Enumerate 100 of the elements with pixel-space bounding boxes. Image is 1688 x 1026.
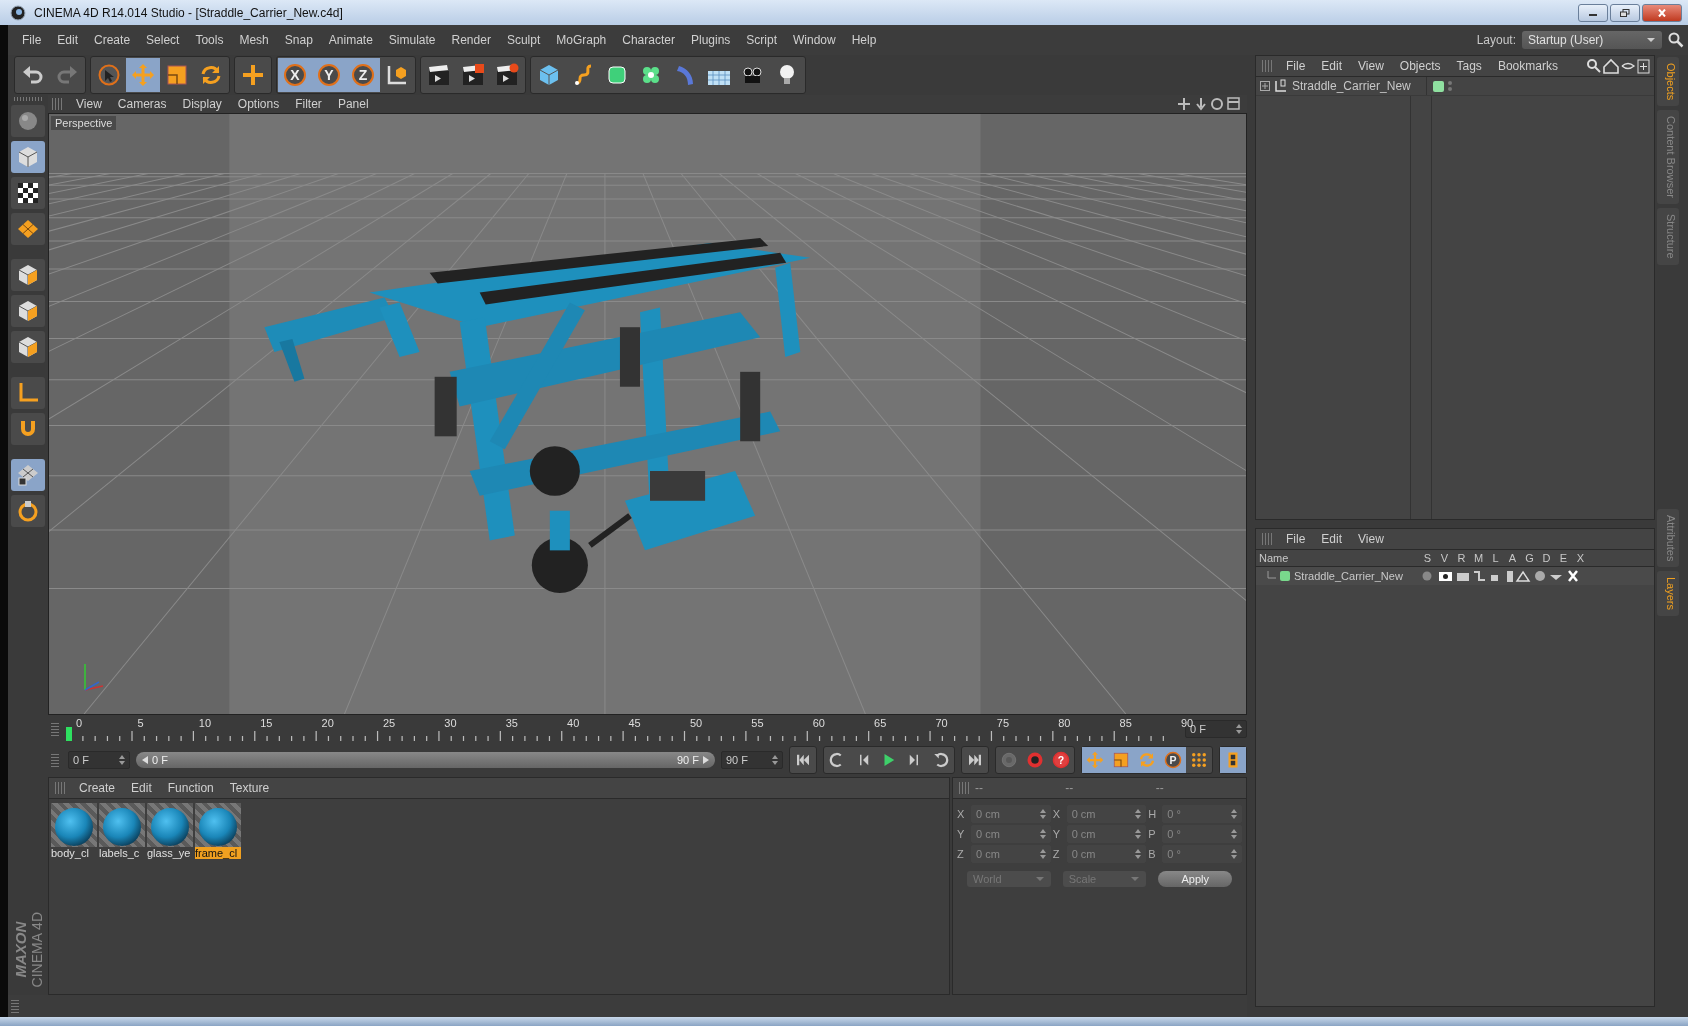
axis-label: Y	[957, 828, 966, 840]
menu-item[interactable]: Script	[738, 33, 785, 47]
frame-number: 30	[444, 717, 457, 729]
menu-item[interactable]: Objects	[1391, 59, 1449, 73]
menu-item[interactable]: Edit	[1313, 59, 1351, 73]
caret-icon	[1646, 37, 1656, 43]
spinner-icon	[1135, 829, 1142, 839]
menu-item[interactable]: Tags	[1448, 59, 1490, 73]
close-button[interactable]	[1642, 3, 1682, 22]
menu-item[interactable]: Character	[614, 33, 683, 47]
menu-item[interactable]: Simulate	[380, 33, 444, 47]
menu-item[interactable]: Cameras	[109, 97, 175, 111]
column-header[interactable]: L	[1487, 552, 1504, 564]
menu-item[interactable]: Display	[174, 97, 230, 111]
column-header[interactable]: A	[1504, 552, 1521, 564]
menu-item[interactable]: File	[1278, 532, 1314, 546]
menu-item[interactable]: Animate	[320, 33, 381, 47]
apply-button[interactable]: Apply	[1158, 871, 1232, 887]
axis-label: X	[957, 808, 966, 820]
menu-item[interactable]: Tools	[187, 33, 232, 47]
axis-label: X	[1052, 808, 1061, 820]
3d-viewport[interactable]: Perspective	[48, 113, 1247, 715]
menu-item[interactable]: Window	[785, 33, 844, 47]
menu-item[interactable]: Sculpt	[498, 33, 549, 47]
frame-number: 25	[382, 717, 396, 729]
column-header[interactable]: X	[1572, 552, 1589, 564]
menu-item[interactable]: View	[68, 97, 110, 111]
visibility-dots-icon[interactable]	[1448, 80, 1452, 92]
menu-item[interactable]: Create	[86, 33, 139, 47]
menu-item[interactable]: Edit	[49, 33, 87, 47]
menu-item[interactable]: File	[1278, 59, 1314, 73]
tool-button[interactable]	[11, 331, 45, 363]
layout-label: Layout:	[1476, 33, 1516, 47]
material-swatch[interactable]: body_cl	[51, 803, 97, 859]
menu-item[interactable]: Select	[138, 33, 188, 47]
menu-item[interactable]: Options	[229, 97, 288, 111]
autokey-icon	[1026, 751, 1044, 769]
menu-item[interactable]: Mesh	[231, 33, 277, 47]
grid-lock-icon	[16, 463, 40, 487]
end-frame-field[interactable]: 90 F	[721, 751, 783, 769]
tool-button[interactable]	[11, 177, 45, 209]
object-row[interactable]: Straddle_Carrier_New	[1256, 77, 1654, 96]
menu-item[interactable]: Plugins	[682, 33, 739, 47]
menu-item[interactable]: Function	[159, 781, 222, 795]
expand-icon[interactable]	[1260, 81, 1270, 91]
start-frame-field[interactable]: 0 F	[68, 751, 130, 769]
column-header[interactable]: M	[1470, 552, 1487, 564]
manager-tools-icon[interactable]	[1586, 58, 1650, 74]
axis-label: H	[1148, 808, 1158, 820]
menu-item[interactable]: View	[1350, 59, 1392, 73]
menu-item[interactable]: Panel	[329, 97, 377, 111]
spinner-icon	[1236, 724, 1242, 734]
grip-handle[interactable]	[11, 999, 19, 1013]
record-icon	[1000, 751, 1018, 769]
cursor-icon	[97, 63, 121, 87]
side-tab[interactable]: Objects	[1657, 57, 1679, 107]
menu-item[interactable]: MoGraph	[548, 33, 615, 47]
grip-handle[interactable]	[52, 98, 64, 110]
restore-button[interactable]	[1610, 3, 1640, 22]
menu-item[interactable]: Create	[71, 781, 124, 795]
minimize-button[interactable]	[1578, 3, 1608, 22]
view-navigation-icon[interactable]	[1177, 97, 1241, 111]
column-header[interactable]: D	[1538, 552, 1555, 564]
grip-handle[interactable]	[14, 97, 42, 101]
search-icon[interactable]	[1668, 32, 1684, 48]
layout-dropdown[interactable]: Startup (User)	[1522, 31, 1662, 49]
menu-item[interactable]: Edit	[123, 781, 160, 795]
material-swatch[interactable]: glass_ye	[147, 803, 193, 859]
material-swatch[interactable]: labels_c	[99, 803, 145, 859]
column-header[interactable]: V	[1436, 552, 1453, 564]
column-header: --	[1065, 781, 1075, 795]
menu-item[interactable]: Texture	[221, 781, 278, 795]
column-header[interactable]: Name	[1256, 552, 1419, 564]
material-sphere-icon	[102, 807, 142, 847]
menu-item[interactable]: Filter	[287, 97, 330, 111]
material-swatch[interactable]: frame_cl	[195, 803, 241, 859]
frame-number: 40	[567, 717, 580, 729]
menu-item[interactable]: Snap	[276, 33, 321, 47]
menu-item[interactable]: Render	[443, 33, 499, 47]
column-header[interactable]: S	[1419, 552, 1436, 564]
tool-button[interactable]	[11, 459, 45, 491]
material-sphere-icon	[54, 807, 94, 847]
side-tab[interactable]: Layers	[1657, 571, 1679, 617]
layer-row[interactable]: Straddle_Carrier_New	[1256, 567, 1654, 585]
cube-icon	[16, 263, 40, 287]
menu-item[interactable]: View	[1350, 532, 1392, 546]
caret-icon	[1130, 876, 1141, 882]
column-header: --	[1155, 781, 1165, 795]
tool-button[interactable]	[11, 295, 45, 327]
playback-button[interactable]	[1220, 747, 1246, 773]
restore-icon	[1619, 8, 1631, 17]
frame-range-slider[interactable]: 0 F 90 F	[136, 752, 715, 768]
menu-item[interactable]: File	[14, 33, 50, 47]
column-header[interactable]: E	[1555, 552, 1572, 564]
column-header[interactable]: R	[1453, 552, 1470, 564]
column-header[interactable]: G	[1521, 552, 1538, 564]
menu-item[interactable]: Edit	[1313, 532, 1351, 546]
menu-item[interactable]: Bookmarks	[1489, 59, 1566, 73]
tool-button[interactable]	[11, 259, 45, 291]
menu-item[interactable]: Help	[843, 33, 885, 47]
